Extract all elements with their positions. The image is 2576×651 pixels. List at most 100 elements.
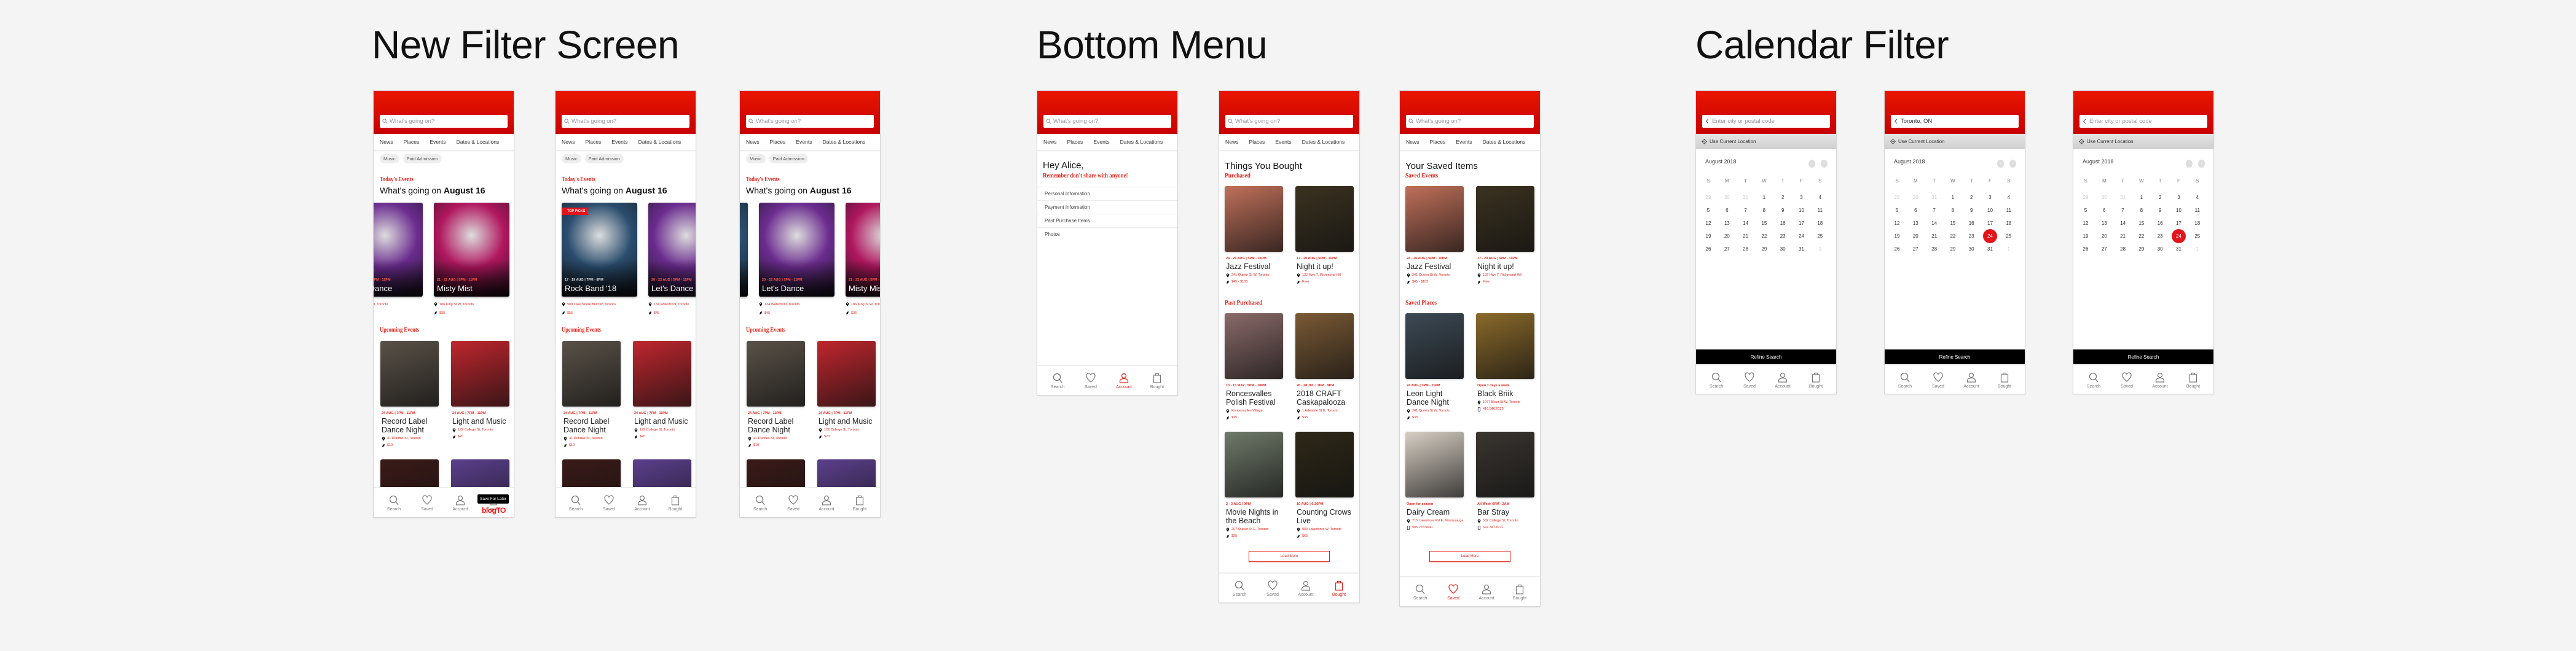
event-card[interactable]: 26 - 28 JUL | 1PM - 9PM 2018 CRAFT Caskap…: [1295, 313, 1354, 426]
calendar-day[interactable]: 3: [1796, 191, 1808, 203]
nav-search[interactable]: Search: [382, 495, 406, 512]
calendar-day[interactable]: 28: [1928, 243, 1941, 255]
calendar-day[interactable]: 28: [1740, 243, 1752, 255]
nav-bought[interactable]: Bought: [1992, 372, 2017, 389]
calendar-day[interactable]: 23: [1965, 230, 1977, 243]
calendar-day[interactable]: 20: [2098, 230, 2110, 243]
nav-saved[interactable]: Saved: [1078, 373, 1103, 389]
calendar-day[interactable]: 25: [1814, 230, 1826, 243]
nav-bought[interactable]: Bought: [2181, 372, 2205, 389]
event-card[interactable]: 13 - 15 MAY | 5PM - 10PM Roncesvalles Pol…: [1225, 313, 1283, 426]
calendar-day[interactable]: 30: [1777, 243, 1789, 255]
event-title[interactable]: Movie Nights in the Beach: [1226, 508, 1283, 525]
next-month-button[interactable]: ›: [2198, 160, 2205, 168]
calendar-day[interactable]: 1: [1814, 243, 1826, 255]
nav-search[interactable]: Search: [748, 495, 772, 512]
event-card[interactable]: 24 - 26 AUG | 5PM - 10PM Jazz Festival 241…: [1225, 186, 1283, 298]
nav-bought[interactable]: Bought: [1327, 580, 1351, 597]
tab-3[interactable]: Dates & Locations: [1120, 139, 1163, 145]
calendar-day[interactable]: 13: [1909, 217, 1922, 229]
event-thumbnail[interactable]: [451, 341, 509, 407]
event-thumbnail[interactable]: [1476, 186, 1534, 252]
search-input[interactable]: What's going on?: [1043, 115, 1171, 128]
calendar-day[interactable]: 18: [2003, 217, 2015, 229]
tab-1[interactable]: Places: [586, 139, 602, 145]
filter-chip[interactable]: Music: [562, 154, 581, 163]
event-thumbnail[interactable]: [1295, 432, 1354, 497]
use-current-location-button[interactable]: Use Current Location: [2073, 134, 2213, 149]
nav-account[interactable]: Account: [1474, 584, 1499, 601]
nav-account[interactable]: Account: [814, 495, 839, 512]
calendar-day[interactable]: 31: [1796, 243, 1808, 255]
featured-event-card[interactable]: TOP PICKS 17 - 19 AUG | 7PM - 8PM Rock Ban…: [562, 203, 637, 297]
search-input[interactable]: What's going on?: [562, 115, 689, 128]
calendar-day[interactable]: 11: [2003, 204, 2015, 216]
event-card[interactable]: All Week 6PM - 2AM Bar Stray 532 College S…: [1476, 432, 1534, 544]
calendar-day[interactable]: 31: [2173, 243, 2185, 255]
calendar-day[interactable]: 3: [2173, 191, 2185, 203]
tab-3[interactable]: Dates & Locations: [1302, 139, 1345, 145]
filter-chip[interactable]: Paid Admission: [769, 154, 808, 163]
calendar-day[interactable]: 4: [1814, 191, 1826, 203]
calendar-day[interactable]: 30: [1909, 191, 1922, 203]
tab-3[interactable]: Dates & Locations: [1483, 139, 1526, 145]
calendar-day[interactable]: 21: [2117, 230, 2129, 243]
nav-search[interactable]: Search: [1045, 373, 1070, 389]
event-title[interactable]: Night it up!: [1477, 262, 1534, 271]
calendar-day[interactable]: 24: [1796, 230, 1808, 243]
calendar-day[interactable]: 14: [1740, 217, 1752, 229]
calendar-day[interactable]: 1: [1758, 191, 1770, 203]
calendar-day[interactable]: 8: [2135, 204, 2148, 216]
calendar-day[interactable]: 15: [1947, 217, 1959, 229]
calendar-day[interactable]: 11: [2191, 204, 2204, 216]
calendar-day[interactable]: 24: [2172, 229, 2186, 244]
calendar-day[interactable]: 31: [1740, 191, 1752, 203]
nav-saved[interactable]: Saved: [1926, 372, 1950, 389]
event-thumbnail[interactable]: [1405, 186, 1464, 252]
calendar-day[interactable]: 26: [1891, 243, 1903, 255]
calendar-day[interactable]: 29: [1947, 243, 1959, 255]
nav-search[interactable]: Search: [1704, 372, 1729, 389]
calendar-day[interactable]: 23: [2154, 230, 2166, 243]
event-title[interactable]: Jazz Festival: [1407, 262, 1464, 271]
nav-account[interactable]: Account: [2148, 372, 2172, 389]
calendar-day[interactable]: 8: [1947, 204, 1959, 216]
nav-search[interactable]: Search: [2081, 372, 2106, 389]
calendar-day[interactable]: 13: [2098, 217, 2110, 229]
calendar-day[interactable]: 6: [1721, 204, 1733, 216]
calendar-day[interactable]: 4: [2003, 191, 2015, 203]
featured-event-card[interactable]: 20 - 22 AUG | 5PM - 11PM Let's Dance: [374, 203, 423, 297]
prev-month-button[interactable]: ‹: [2186, 160, 2193, 168]
calendar-day[interactable]: 24: [1983, 229, 1997, 244]
tab-0[interactable]: News: [1225, 139, 1239, 145]
calendar-day[interactable]: 16: [1777, 217, 1789, 229]
account-menu-item[interactable]: Personal Information: [1037, 187, 1177, 200]
calendar-day[interactable]: 17: [1984, 217, 1997, 229]
location-input[interactable]: Toronto, ON: [1891, 115, 2019, 128]
calendar-day[interactable]: 14: [2117, 217, 2129, 229]
location-input[interactable]: Enter city or postal code: [1702, 115, 1830, 128]
calendar-day[interactable]: 3: [1984, 191, 1997, 203]
calendar-day[interactable]: 31: [1984, 243, 1997, 255]
featured-event-card[interactable]: 21 - 22 AUG | 5PM - 11PM Misty Mist: [846, 203, 880, 297]
event-title[interactable]: Night it up!: [1297, 262, 1354, 271]
event-title[interactable]: Jazz Festival: [1226, 262, 1283, 271]
next-month-button[interactable]: ›: [1821, 160, 1828, 168]
next-month-button[interactable]: ›: [2009, 160, 2016, 168]
calendar-day[interactable]: 12: [2079, 217, 2092, 229]
calendar-day[interactable]: 30: [2154, 243, 2166, 255]
calendar-day[interactable]: 10: [1796, 204, 1808, 216]
tab-0[interactable]: News: [1406, 139, 1420, 145]
featured-event-card[interactable]: 20 - 22 AUG | 5PM - 11PM Let's Dance: [759, 203, 834, 297]
calendar-day[interactable]: 13: [1721, 217, 1733, 229]
calendar-day[interactable]: 9: [1965, 204, 1977, 216]
calendar-day[interactable]: 18: [2191, 217, 2204, 229]
event-thumbnail[interactable]: [1295, 313, 1354, 379]
event-title[interactable]: Record Label Dance Night: [564, 417, 621, 434]
use-current-location-button[interactable]: Use Current Location: [1885, 134, 2025, 149]
calendar-day[interactable]: 30: [1721, 191, 1733, 203]
tab-0[interactable]: News: [1043, 139, 1057, 145]
calendar-day[interactable]: 1: [2135, 191, 2148, 203]
calendar-day[interactable]: 1: [2003, 243, 2015, 255]
tab-2[interactable]: Events: [1275, 139, 1291, 145]
